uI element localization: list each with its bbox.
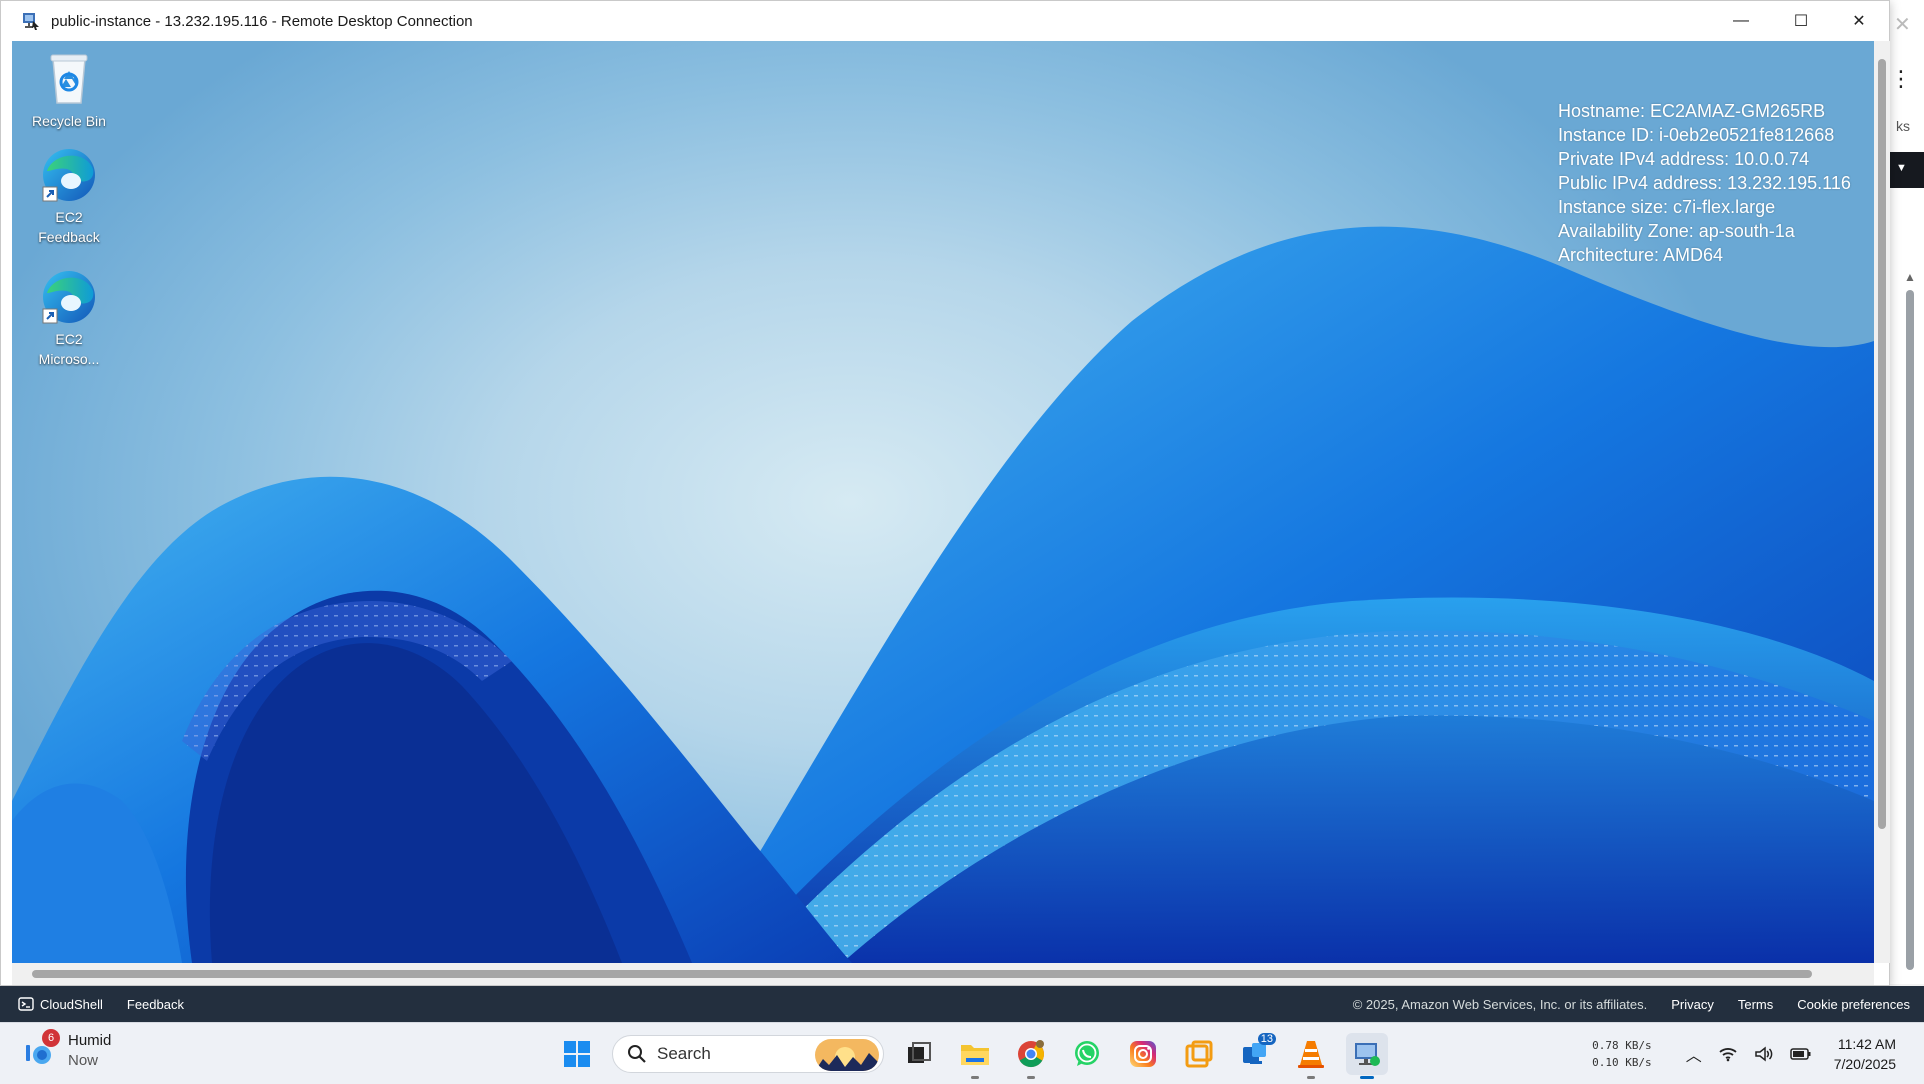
window-titlebar[interactable]: public-instance - 13.232.195.116 - Remot… [1,1,1889,41]
volume-icon[interactable] [1754,1046,1774,1062]
close-button[interactable]: ✕ [1829,1,1889,41]
recycle-bin-icon [39,49,99,109]
background-partial-text: ks [1896,118,1910,134]
windows-taskbar: 6 Humid Now Search 13 0.78 KB/s 0.10 KB/… [0,1022,1924,1084]
edge-shortcut-icon [39,267,99,327]
remote-desktop-icon [1355,1043,1380,1066]
clock-date: 7/20/2025 [1833,1056,1896,1072]
remote-desktop[interactable]: Recycle Bin EC2 Feedback EC2 Microso... … [12,41,1874,963]
maximize-icon: ☐ [1793,13,1809,30]
terminal-icon [18,997,34,1011]
feedback-label: Feedback [126,996,184,1012]
running-indicator [1307,1076,1315,1079]
taskbar-search[interactable]: Search [612,1035,884,1073]
running-indicator [1027,1076,1035,1079]
instagram-icon [1130,1041,1156,1067]
instance-size-text: Instance size: c7i-flex.large [1558,197,1776,217]
cookie-preferences-link[interactable]: Cookie preferences [1797,997,1910,1012]
vertical-scroll-thumb[interactable] [1878,59,1886,829]
minimize-button[interactable]: — [1711,1,1771,41]
windows-logo-icon [564,1041,590,1067]
edge-shortcut-icon [39,145,99,205]
close-icon: ✕ [1852,13,1866,30]
footer-links: © 2025, Amazon Web Services, Inc. or its… [1353,997,1910,1012]
feedback-link[interactable]: Feedback [127,997,184,1012]
vlc-button[interactable] [1290,1033,1332,1079]
window-title: public-instance - 13.232.195.116 - Remot… [51,12,473,30]
availability-zone-text: Availability Zone: ap-south-1a [1558,221,1795,241]
hostname-text: Hostname: EC2AMAZ-GM265RB [1558,101,1826,121]
clock-time: 11:42 AM [1837,1036,1896,1052]
weather-badge: 6 [42,1029,60,1047]
weather-icon: 6 [22,1029,60,1067]
instance-id-text: Instance ID: i-0eb2e0521fe812668 [1558,125,1835,145]
desktop-icon-label: EC2 Microso... [38,331,100,367]
vertical-scrollbar[interactable] [1874,41,1890,963]
remote-desktop-taskbar-button[interactable] [1346,1033,1388,1079]
scroll-up-icon: ▲ [1904,270,1916,284]
search-icon [628,1045,646,1063]
minimize-icon: — [1733,12,1749,29]
whatsapp-icon [1075,1041,1099,1066]
close-icon: ✕ [1894,14,1911,36]
bginfo-system-info: Hostname: EC2AMAZ-GM265RB Instance ID: i… [1558,99,1851,267]
running-indicator [971,1076,979,1079]
taskbar-apps: Search 13 [556,1031,1388,1079]
teams-button[interactable]: 13 [1234,1033,1276,1075]
privacy-link[interactable]: Privacy [1671,997,1714,1012]
battery-icon[interactable] [1789,1047,1812,1061]
orange-app-icon [1185,1040,1213,1068]
task-view-icon [908,1042,931,1063]
weather-time: Now [68,1052,99,1069]
more-options-icon: ⋮ [1890,66,1912,91]
background-scrollbar: ▲ ▼ [1904,270,1916,996]
cloudshell-button[interactable]: CloudShell [18,996,103,1012]
instagram-button[interactable] [1122,1033,1164,1075]
chrome-button[interactable] [1010,1033,1052,1079]
desktop-icon-ec2-microsoft[interactable]: EC2 Microso... [24,267,114,369]
app-button-orange[interactable] [1178,1033,1220,1075]
whatsapp-button[interactable] [1066,1033,1108,1075]
download-speed: 0.10 KB/s [1592,1056,1652,1069]
system-tray: 0.78 KB/s 0.10 KB/s ︿ 11:42 AM 7/20/2025 [1592,1031,1924,1077]
maximize-button[interactable]: ☐ [1771,1,1831,41]
network-speed-meter: 0.78 KB/s 0.10 KB/s [1592,1037,1652,1071]
search-highlight-art [815,1039,879,1071]
clock[interactable]: 11:42 AM 7/20/2025 [1834,1034,1896,1074]
architecture-text: Architecture: AMD64 [1558,245,1724,265]
teams-badge: 13 [1257,1033,1276,1045]
upload-speed: 0.78 KB/s [1592,1039,1652,1052]
weather-widget[interactable]: 6 Humid Now [22,1029,112,1071]
aws-console-footer: CloudShell Feedback © 2025, Amazon Web S… [0,986,1924,1022]
public-ip-text: Public IPv4 address: 13.232.195.116 [1558,173,1851,193]
vlc-cone-icon [1298,1041,1324,1068]
folder-icon [961,1045,989,1065]
start-button[interactable] [556,1033,598,1075]
show-hidden-icons-chevron-icon[interactable]: ︿ [1686,1042,1702,1066]
remote-desktop-window: public-instance - 13.232.195.116 - Remot… [0,0,1890,986]
weather-condition: Humid [68,1032,112,1049]
chrome-icon [1018,1040,1045,1068]
desktop-icon-label: Recycle Bin [32,113,106,129]
desktop-icon-recycle-bin[interactable]: Recycle Bin [24,49,114,131]
copyright-text: © 2025, Amazon Web Services, Inc. or its… [1352,996,1648,1012]
file-explorer-button[interactable] [954,1033,996,1079]
remote-desktop-icon [21,11,41,31]
task-view-button[interactable] [898,1033,940,1075]
private-ip-text: Private IPv4 address: 10.0.0.74 [1558,149,1810,169]
running-indicator [1360,1076,1374,1079]
desktop-icon-ec2-feedback[interactable]: EC2 Feedback [24,145,114,247]
horizontal-scroll-thumb[interactable] [32,970,1812,978]
cloudshell-label: CloudShell [40,996,103,1012]
desktop-icon-label: EC2 Feedback [38,209,100,245]
wifi-icon[interactable] [1718,1046,1738,1062]
background-scroll-thumb [1906,290,1914,970]
search-label: Search [657,1044,711,1063]
horizontal-scrollbar[interactable] [12,963,1874,985]
chevron-down-icon: ▼ [1896,162,1907,174]
terms-link[interactable]: Terms [1738,997,1773,1012]
